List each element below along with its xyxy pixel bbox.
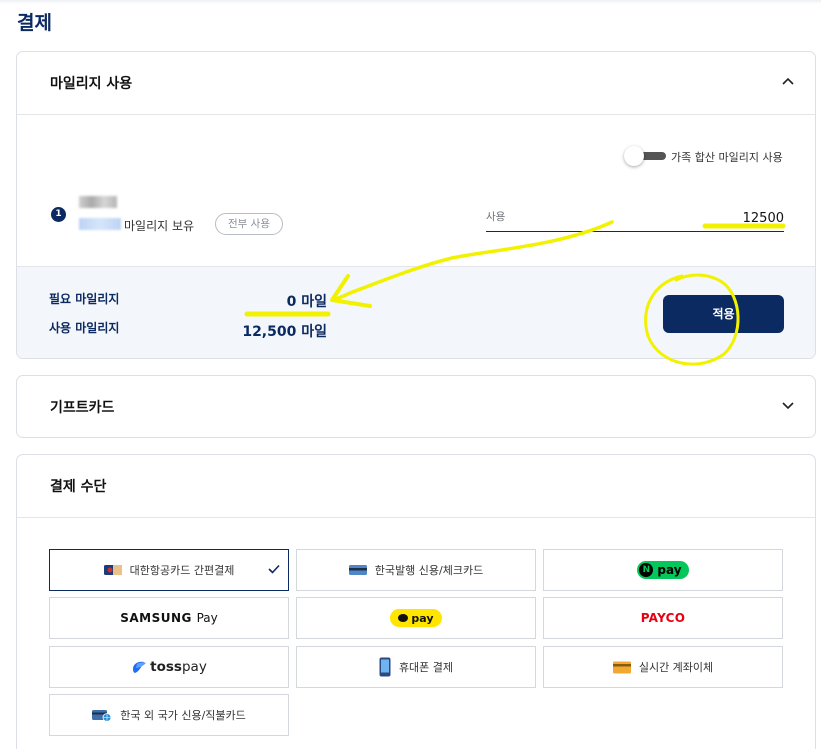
method-label: 실시간 계좌이체 (638, 661, 714, 674)
bank-card-icon (612, 661, 631, 673)
payment-method-card: 결제 수단 대한항공카드 간편결제 한국발행 신용/체크카드 N pay SAM… (16, 454, 816, 749)
global-card-icon (92, 709, 112, 722)
toss-drop-icon (133, 661, 147, 673)
method-korean-air-card[interactable]: 대한항공카드 간편결제 (49, 549, 289, 591)
mileage-header[interactable]: 마일리지 사용 (17, 52, 815, 114)
method-foreign-card[interactable]: 한국 외 국가 신용/직불카드 (49, 694, 289, 736)
method-domestic-card[interactable]: 한국발행 신용/체크카드 (296, 549, 536, 591)
chevron-up-icon[interactable] (781, 76, 795, 86)
method-label: SAMSUNG (120, 611, 192, 625)
method-label: 대한항공카드 간편결제 (129, 564, 235, 577)
page-title: 결제 (17, 12, 52, 34)
use-all-button[interactable]: 전부 사용 (215, 213, 283, 235)
mileage-summary: 필요 마일리지 0 마일 사용 마일리지 12,500 마일 적용 (17, 266, 815, 358)
method-naver-pay[interactable]: N pay (543, 549, 783, 591)
giftcard-header[interactable]: 기프트카드 (17, 376, 815, 437)
method-label: toss (150, 659, 182, 675)
method-mobile-phone[interactable]: 휴대폰 결제 (296, 646, 536, 688)
toggle-knob (624, 146, 644, 166)
apply-button[interactable]: 적용 (663, 295, 784, 333)
method-label: pay (657, 563, 682, 577)
payco-logo: PAYCO (640, 611, 686, 625)
top-shadow (0, 0, 821, 4)
card-icon (103, 565, 122, 575)
payment-page: 결제 마일리지 사용 가족 합산 마일리지 사용 1 마일리지 보유 전부 사용… (0, 0, 821, 749)
mileage-use-input[interactable] (486, 205, 784, 232)
method-toss-pay[interactable]: toss pay (49, 646, 289, 688)
member-number-badge: 1 (51, 207, 66, 222)
speech-bubble-icon (398, 614, 409, 622)
payment-header: 결제 수단 (17, 455, 815, 517)
mileage-header-label: 마일리지 사용 (50, 76, 133, 92)
mileage-holding-label: 마일리지 보유 (124, 219, 195, 233)
used-mileage-label: 사용 마일리지 (49, 321, 120, 335)
method-payco[interactable]: PAYCO (543, 597, 783, 639)
method-label-suffix: pay (181, 659, 207, 675)
payment-divider (17, 517, 815, 518)
giftcard-card: 기프트카드 (16, 375, 816, 438)
required-mileage-label: 필요 마일리지 (49, 292, 120, 306)
credit-card-icon (348, 565, 367, 575)
check-icon (268, 564, 280, 574)
phone-icon (379, 657, 391, 677)
mileage-use-label: 사용 (486, 211, 506, 223)
method-label: 한국발행 신용/체크카드 (374, 564, 484, 577)
family-mileage-toggle[interactable] (624, 146, 666, 166)
naver-n-glyph: N (639, 563, 654, 577)
chevron-down-icon[interactable] (781, 400, 795, 410)
method-label: 한국 외 국가 신용/직불카드 (120, 709, 246, 722)
used-mileage-value: 12,500 마일 (242, 324, 327, 340)
method-samsung-pay[interactable]: SAMSUNG Pay (49, 597, 289, 639)
mileage-body: 가족 합산 마일리지 사용 1 마일리지 보유 전부 사용 사용 (17, 115, 815, 266)
naver-pay-logo: N pay (637, 561, 689, 579)
mileage-card: 마일리지 사용 가족 합산 마일리지 사용 1 마일리지 보유 전부 사용 사용… (16, 51, 816, 359)
method-kakao-pay[interactable]: pay (296, 597, 536, 639)
family-mileage-label: 가족 합산 마일리지 사용 (671, 151, 783, 164)
kakao-pay-logo: pay (390, 609, 442, 627)
method-label-suffix: Pay (196, 611, 218, 625)
method-label: 휴대폰 결제 (398, 661, 454, 674)
toss-pay-logo: toss pay (131, 659, 207, 675)
samsung-pay-logo: SAMSUNG Pay (120, 611, 218, 625)
payment-header-label: 결제 수단 (50, 479, 107, 495)
method-bank-transfer[interactable]: 실시간 계좌이체 (543, 646, 783, 688)
method-label: pay (411, 611, 434, 625)
required-mileage-value: 0 마일 (286, 294, 327, 310)
blurred-mileage-balance (79, 218, 121, 230)
blurred-member-name (79, 196, 117, 208)
giftcard-header-label: 기프트카드 (50, 400, 115, 416)
